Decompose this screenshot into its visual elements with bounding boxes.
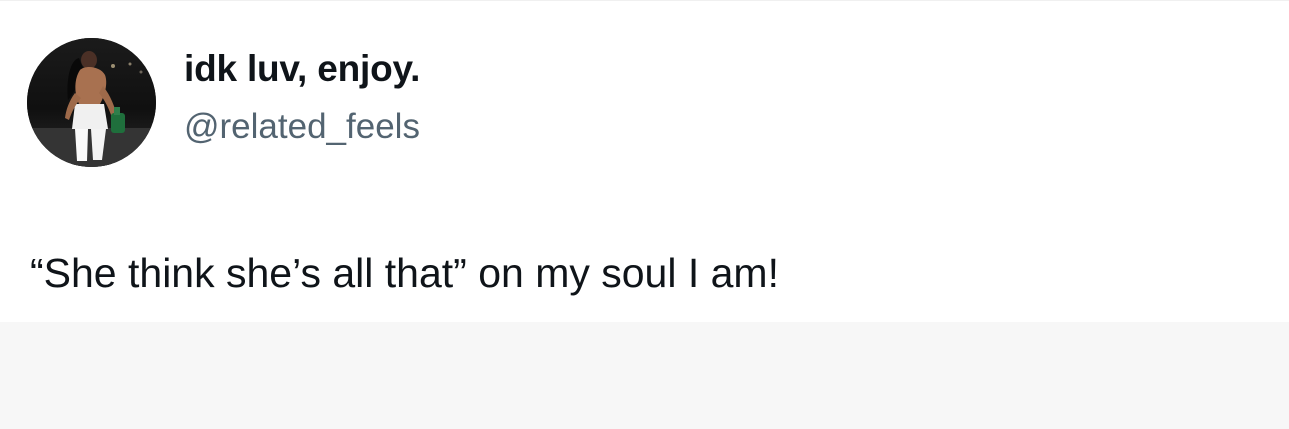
tweet-text: “She think she’s all that” on my soul I … bbox=[30, 250, 779, 296]
profile-photo-icon bbox=[27, 38, 156, 167]
display-name[interactable]: idk luv, enjoy. bbox=[184, 48, 420, 90]
tweet-card[interactable]: idk luv, enjoy. @related_feels “She thin… bbox=[0, 0, 1289, 322]
user-handle[interactable]: @related_feels bbox=[184, 107, 420, 147]
avatar[interactable] bbox=[27, 38, 156, 167]
screenshot-canvas: idk luv, enjoy. @related_feels “She thin… bbox=[0, 0, 1289, 429]
